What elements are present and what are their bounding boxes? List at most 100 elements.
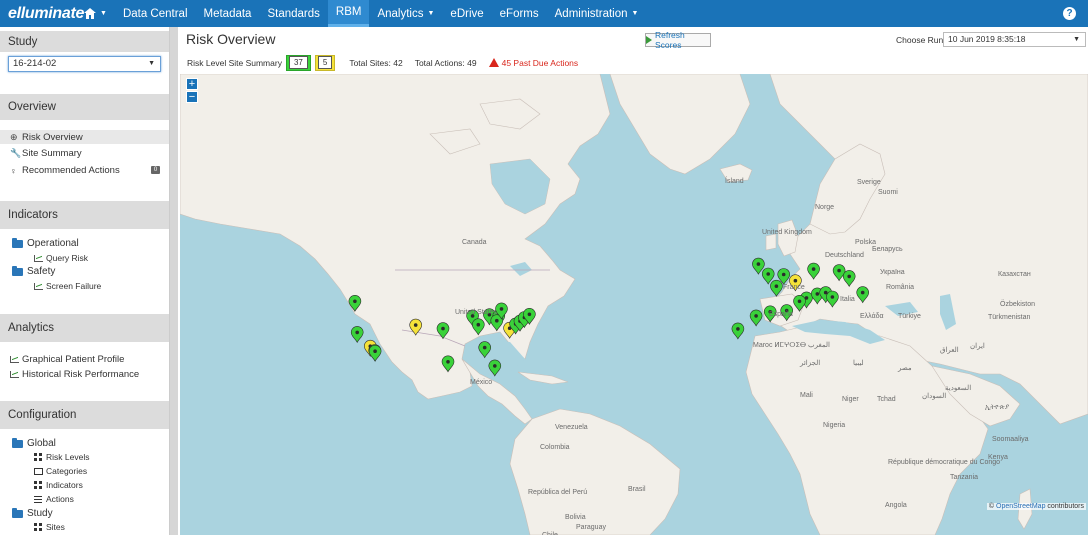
marker-dot xyxy=(482,345,487,350)
grid-icon xyxy=(34,453,42,461)
map-label-country: Казахстан xyxy=(998,271,1031,278)
nav-item-label: eDrive xyxy=(450,7,484,20)
tree-item-safety[interactable]: Safety xyxy=(12,265,56,277)
marker-pin xyxy=(350,326,364,344)
sidebar-item-risk-overview[interactable]: ⊕ Risk Overview xyxy=(0,130,169,144)
map-label-country: Paraguay xyxy=(576,524,606,531)
tree-item-sites[interactable]: Sites xyxy=(34,522,65,532)
site-marker-green[interactable] xyxy=(488,359,502,377)
marker-dot xyxy=(446,360,450,364)
map-label-country: Norge xyxy=(815,204,835,211)
nav-item-label: Administration xyxy=(554,7,628,20)
map-label-country: Venezuela xyxy=(555,424,588,431)
refresh-scores-button[interactable]: Refresh Scores xyxy=(645,30,711,50)
list-icon xyxy=(34,495,42,503)
map-attribution: © OpenStreetMap contributors xyxy=(986,503,1086,510)
site-marker-green[interactable] xyxy=(368,344,382,362)
folder-icon xyxy=(12,237,23,248)
tree-item-global[interactable]: Global xyxy=(12,437,56,449)
grid-icon xyxy=(34,523,42,531)
marker-dot xyxy=(476,322,481,327)
sidebar-item-historical-risk-performance[interactable]: Historical Risk Performance xyxy=(10,369,139,380)
site-marker-green[interactable] xyxy=(749,309,763,327)
analytics-panel-header: Analytics xyxy=(0,314,169,342)
sidebar-item-graphical-patient-profile[interactable]: Graphical Patient Profile xyxy=(10,354,124,365)
tree-item-query-risk[interactable]: Query Risk xyxy=(34,253,88,263)
chevron-down-icon: ▼ xyxy=(148,60,155,67)
marker-dot xyxy=(493,364,497,368)
nav-item-standards[interactable]: Standards xyxy=(259,0,327,27)
site-marker-green[interactable] xyxy=(731,322,745,340)
run-select[interactable]: 10 Jun 2019 8:35:18 ▼ xyxy=(943,32,1086,47)
nav-item-analytics[interactable]: Analytics ▼ xyxy=(369,0,442,27)
marker-dot xyxy=(847,274,851,279)
run-select-value: 10 Jun 2019 8:35:18 xyxy=(948,34,1026,44)
green-count-value: 37 xyxy=(288,56,308,69)
tree-item-label: Safety xyxy=(27,266,56,277)
nav-item-label: Metadata xyxy=(203,7,252,20)
site-marker-green[interactable] xyxy=(350,326,364,344)
recommended-actions-badge: 0 xyxy=(151,166,160,174)
map-label-country: Mali xyxy=(800,392,813,399)
map-label-country: مصر xyxy=(898,365,912,372)
marker-dot xyxy=(830,295,835,299)
risk-map[interactable]: Canada United States México Venezuela Colomb… xyxy=(180,74,1088,535)
home-menu[interactable]: ▼ xyxy=(76,0,115,27)
nav-item-data-central[interactable]: Data Central xyxy=(115,0,196,27)
land-greenland xyxy=(609,74,751,175)
nav-item-eforms[interactable]: eForms xyxy=(492,0,547,27)
map-label-country: العراق xyxy=(940,347,959,354)
configuration-panel-header: Configuration xyxy=(0,401,169,429)
sidebar-item-label: Historical Risk Performance xyxy=(22,369,140,380)
zoom-in-button[interactable]: + xyxy=(186,78,198,90)
sidebar-item-label: Recommended Actions xyxy=(22,165,120,176)
marker-dot xyxy=(499,307,504,311)
nav-item-administration[interactable]: Administration ▼ xyxy=(547,0,647,27)
marker-dot xyxy=(811,267,816,271)
yellow-risk-count[interactable]: 5 xyxy=(314,54,336,71)
openstreetmap-link[interactable]: OpenStreetMap xyxy=(996,503,1045,510)
map-label-country: United States xyxy=(455,309,498,316)
sidebar-item-label: Site Summary xyxy=(22,148,82,159)
nav-item-edrive[interactable]: eDrive xyxy=(442,0,491,27)
nav-item-metadata[interactable]: Metadata xyxy=(196,0,260,27)
chevron-down-icon: ▼ xyxy=(100,10,107,17)
app-logo[interactable]: elluminate xyxy=(0,5,84,23)
tree-item-actions[interactable]: Actions xyxy=(34,494,74,504)
sidebar-item-recommended-actions[interactable]: ♀ Recommended Actions xyxy=(10,165,120,176)
map-label-country: Ελλάδα xyxy=(860,313,884,320)
map-label-country: Tanzania xyxy=(950,474,979,481)
study-select[interactable]: 16-214-02 ▼ xyxy=(8,56,161,72)
chevron-down-icon: ▼ xyxy=(427,10,435,17)
tree-item-screen-failure[interactable]: Screen Failure xyxy=(34,281,101,291)
map-label-country: الجزائر xyxy=(800,360,821,367)
sidebar-scrollbar[interactable] xyxy=(170,27,178,535)
land-ireland xyxy=(765,233,777,251)
tree-item-categories[interactable]: Categories xyxy=(34,466,87,476)
tree-item-label: Sites xyxy=(46,522,65,532)
map-label-country: Україна xyxy=(880,269,905,276)
page-title: Risk Overview xyxy=(186,31,276,47)
map-label-country: España xyxy=(769,311,793,318)
marker-dot xyxy=(373,349,377,353)
tree-item-operational[interactable]: Operational xyxy=(12,237,79,249)
top-nav: elluminate ▼ Data Central Metadata Standar… xyxy=(0,0,1088,27)
zoom-out-button[interactable]: − xyxy=(186,91,198,103)
help-icon[interactable]: ? xyxy=(1063,7,1076,20)
map-label-country: Brasil xyxy=(628,486,646,493)
sidebar-item-site-summary[interactable]: 🔧 Site Summary xyxy=(10,148,82,159)
marker-dot xyxy=(781,272,786,277)
map-label-country: ایران xyxy=(970,343,985,350)
tree-item-study[interactable]: Study xyxy=(12,507,53,519)
nav-item-label: RBM xyxy=(335,6,362,18)
nav-item-rbm[interactable]: RBM xyxy=(327,0,370,27)
tree-item-risk-levels[interactable]: Risk Levels xyxy=(34,452,89,462)
category-icon xyxy=(34,467,43,475)
tree-item-indicators[interactable]: Indicators xyxy=(34,480,83,490)
chart-icon xyxy=(34,282,43,290)
green-risk-count[interactable]: 37 xyxy=(285,54,311,71)
past-due-actions[interactable]: 45 Past Due Actions xyxy=(488,58,578,68)
map-label-country: Türkiye xyxy=(898,313,921,320)
refresh-scores-label: Refresh Scores xyxy=(655,30,685,50)
map-label-country: السعودية xyxy=(945,385,972,392)
